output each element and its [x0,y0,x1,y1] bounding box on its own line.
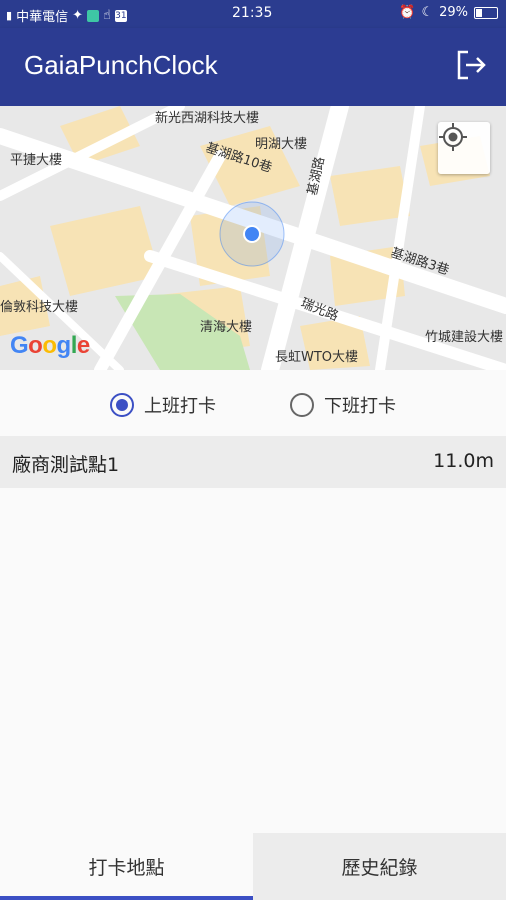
map-label: 長虹WTO大樓 [275,350,358,365]
location-list-item[interactable]: 廠商測試點1 11.0m [0,436,506,488]
location-name: 廠商測試點1 [12,454,120,476]
battery-icon [474,6,498,19]
map-label: 新光西湖科技大樓 [155,110,259,126]
map-label: 明湖大樓 [255,137,307,152]
my-location-icon [439,123,467,151]
radio-clock-out[interactable]: 下班打卡 [290,392,396,418]
current-location-dot [243,225,261,243]
bottom-tab-bar: 打卡地點 歷史紀錄 [0,833,506,900]
status-time: 21:35 [232,5,273,21]
location-distance: 11.0m [433,450,494,472]
google-logo: Google [10,332,90,359]
map-label: 竹城建設大樓 [425,329,503,345]
carrier-label: 中華電信 [16,10,69,25]
tab-history[interactable]: 歷史紀錄 [253,833,506,900]
app-bar: GaiaPunchClock [0,28,506,106]
my-location-button[interactable] [438,122,490,174]
app-notification-icon [86,9,99,22]
logout-icon[interactable] [454,48,488,82]
radio-label: 下班打卡 [324,396,396,417]
map-view[interactable]: 新光西湖科技大樓 明湖大樓 平捷大樓 基湖路10巷 基湖路 基湖路3巷 瑞光路 … [0,106,506,370]
signal-icon: ▮ [6,9,13,22]
map-canvas: 新光西湖科技大樓 明湖大樓 平捷大樓 基湖路10巷 基湖路 基湖路3巷 瑞光路 … [0,106,506,370]
calendar-icon: 31 [114,9,127,22]
tab-label: 歷史紀錄 [341,857,418,879]
hand-icon: ☝ [102,8,111,23]
map-label: 倫敦科技大樓 [0,299,78,315]
map-label: 平捷大樓 [10,153,62,168]
battery-percent: 29% [439,5,468,20]
moon-icon: ☾ [421,5,434,20]
twitter-icon: ✦ [72,8,83,23]
radio-clock-in[interactable]: 上班打卡 [110,392,216,418]
tab-label: 打卡地點 [88,857,165,879]
alarm-icon: ⏰ [399,5,416,20]
status-bar: ▮ 中華電信 ✦ ☝ 31 21:35 ⏰ ☾ 29% [0,0,506,28]
map-label: 清海大樓 [200,320,252,335]
punch-type-selector: 上班打卡 下班打卡 [0,370,506,436]
radio-checked-icon [110,393,134,417]
tab-punch-locations[interactable]: 打卡地點 [0,833,253,900]
status-left: ▮ 中華電信 ✦ ☝ 31 [6,6,127,25]
radio-label: 上班打卡 [144,396,216,417]
status-right: ⏰ ☾ 29% [399,5,498,20]
radio-unchecked-icon [290,393,314,417]
app-title: GaiaPunchClock [24,50,218,80]
